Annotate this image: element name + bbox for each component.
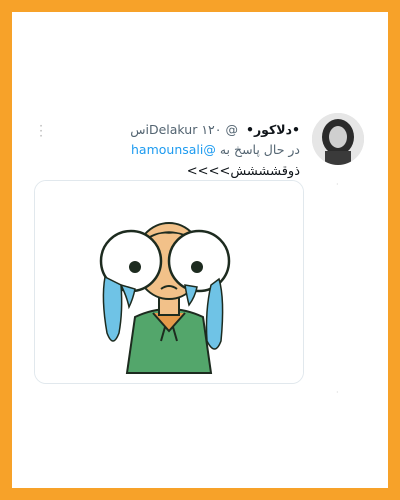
display-name[interactable]: •دلاکور• (246, 122, 300, 137)
tweet-text: ذوقشششش>>>> (186, 164, 300, 179)
decorative-dot: · (336, 180, 339, 189)
decorative-dot: · (336, 388, 339, 397)
orange-frame: · · · •دلاکور• @iDelakur ۱۲۰س در حال پاسخ … (12, 12, 388, 488)
more-options-icon[interactable]: · · · (36, 120, 46, 142)
reply-context: در حال پاسخ به @hamounsali (131, 142, 300, 157)
avatar[interactable] (312, 113, 364, 165)
reply-mention-link[interactable]: @hamounsali (131, 142, 216, 157)
reply-prefix: در حال پاسخ به (219, 142, 300, 157)
user-handle[interactable]: @iDelakur (146, 122, 238, 137)
tweet-media[interactable] (34, 180, 304, 384)
crying-cartoon-image (35, 181, 303, 383)
tweet-card[interactable]: · · · •دلاکور• @iDelakur ۱۲۰س در حال پاسخ … (12, 12, 388, 488)
tweet-header: •دلاکور• @iDelakur ۱۲۰س (130, 122, 300, 137)
